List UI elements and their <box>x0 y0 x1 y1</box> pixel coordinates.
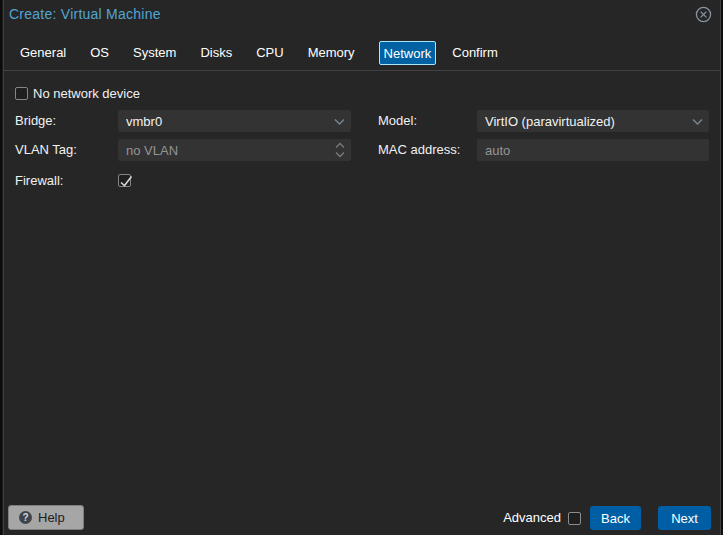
chevron-down-icon <box>334 118 345 125</box>
window-border-right-inner <box>720 0 721 535</box>
advanced-label: Advanced <box>503 511 561 525</box>
close-icon[interactable] <box>695 6 712 23</box>
vlan-tag-label: VLAN Tag: <box>15 139 77 161</box>
bridge-select[interactable]: vmbr0 <box>118 110 351 132</box>
mac-address-label: MAC address: <box>378 139 460 161</box>
tab-label: Network <box>379 41 437 65</box>
tab-memory[interactable]: Memory <box>296 45 367 60</box>
mac-address-input[interactable]: auto <box>477 139 709 161</box>
tab-general[interactable]: General <box>8 45 78 60</box>
tab-disks[interactable]: Disks <box>188 45 244 60</box>
tab-label: System <box>133 45 176 60</box>
vlan-tag-spinner[interactable]: no VLAN <box>118 139 351 161</box>
help-button[interactable]: ? Help <box>8 505 84 530</box>
firewall-label: Firewall: <box>15 170 63 192</box>
window-border-left-inner <box>3 0 4 535</box>
tab-confirm[interactable]: Confirm <box>440 45 510 60</box>
firewall-checkbox[interactable] <box>118 174 131 187</box>
no-network-device-checkbox[interactable] <box>15 87 28 100</box>
chevron-down-icon <box>692 118 703 125</box>
model-select[interactable]: VirtIO (paravirtualized) <box>477 110 709 132</box>
tab-label: Confirm <box>452 45 498 60</box>
no-network-device-label: No network device <box>33 87 140 100</box>
checkmark-icon <box>118 174 133 189</box>
tab-network[interactable]: Network <box>367 41 441 65</box>
tab-label: Memory <box>308 45 355 60</box>
model-label: Model: <box>378 110 417 132</box>
tab-label: General <box>20 45 66 60</box>
bridge-label: Bridge: <box>15 110 56 132</box>
tab-os[interactable]: OS <box>78 45 121 60</box>
help-question-icon: ? <box>19 511 32 524</box>
back-button[interactable]: Back <box>590 506 641 530</box>
tab-system[interactable]: System <box>121 45 188 60</box>
tab-label: Disks <box>200 45 232 60</box>
tab-label: OS <box>90 45 109 60</box>
dialog-title: Create: Virtual Machine <box>9 6 161 22</box>
spinner-up-down-icon <box>335 142 345 158</box>
next-button[interactable]: Next <box>658 506 711 530</box>
tab-cpu[interactable]: CPU <box>244 45 295 60</box>
advanced-checkbox[interactable] <box>568 512 581 525</box>
tab-bar: General OS System Disks CPU Memory Network Conf… <box>4 35 720 71</box>
tab-label: CPU <box>256 45 283 60</box>
